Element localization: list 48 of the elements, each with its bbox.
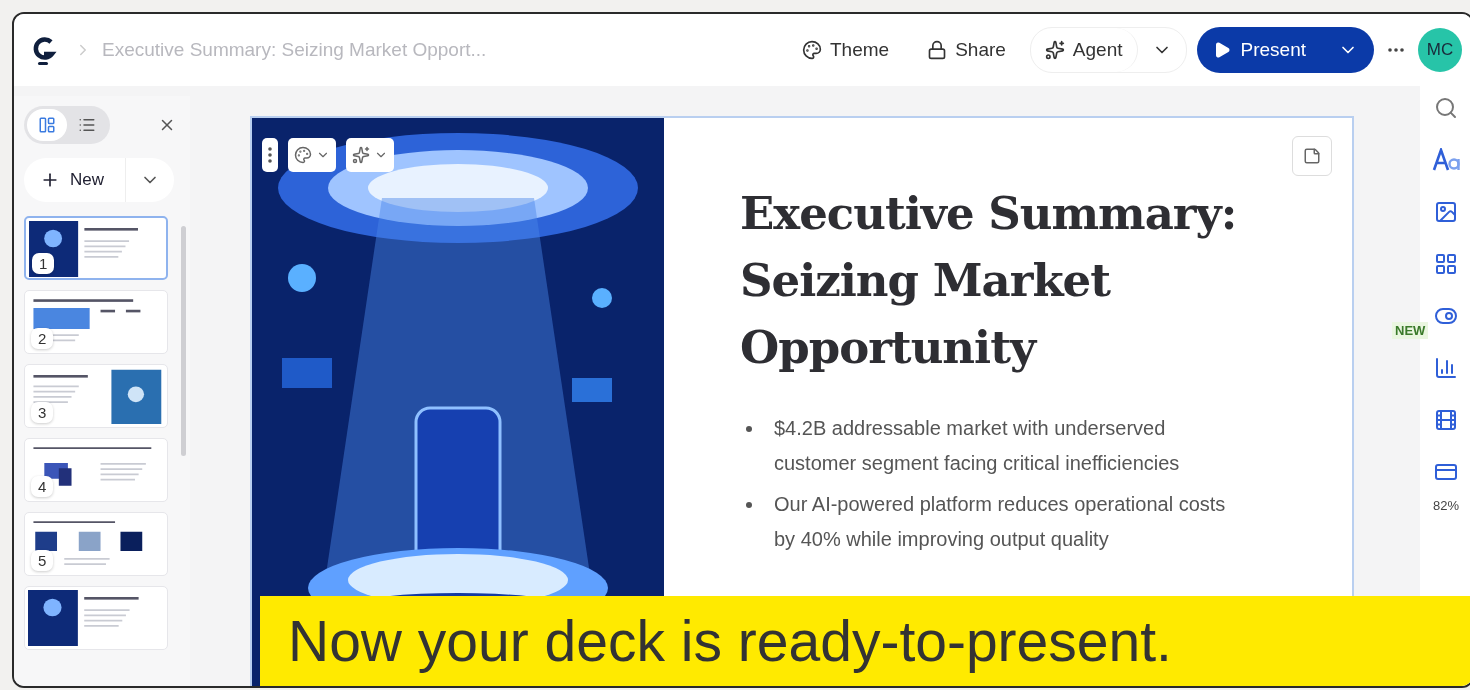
caption-text: Now your deck is ready-to-present. <box>288 608 1172 674</box>
slide-number: 5 <box>31 550 54 571</box>
bullet-dot-icon <box>746 502 752 508</box>
user-avatar[interactable]: MC <box>1418 28 1462 72</box>
more-icon <box>1388 48 1404 52</box>
note-icon <box>1303 147 1321 165</box>
bullet-text: $4.2B addressable market with underserved customer segment facing critical inefficiencies <box>774 416 1181 476</box>
search-tool-button[interactable] <box>1434 96 1458 120</box>
zoom-level: 82% <box>1433 498 1459 513</box>
text-tool-button[interactable] <box>1432 148 1460 172</box>
notes-button[interactable] <box>1292 136 1332 176</box>
slide-thumbnail[interactable]: 2 <box>24 290 168 354</box>
image-tool-button[interactable] <box>1434 200 1458 224</box>
bar-chart-icon <box>1434 356 1458 380</box>
document-title: Executive Summary: Seizing Market Opport... <box>102 39 487 61</box>
palette-icon <box>802 40 822 60</box>
slides-view-button[interactable] <box>27 109 67 141</box>
more-options-button[interactable] <box>262 138 278 172</box>
slide-number: 1 <box>32 253 55 274</box>
list-icon <box>78 116 96 134</box>
share-button[interactable]: Share <box>913 31 1020 69</box>
slide-number: 3 <box>31 402 54 423</box>
text-style-icon <box>1432 148 1460 172</box>
blocks-tool-button[interactable] <box>1434 252 1458 276</box>
image-icon <box>1434 200 1458 224</box>
slide-thumbnail[interactable]: 3 <box>24 364 168 428</box>
image-style-button[interactable] <box>288 138 336 172</box>
slide-thumbnail[interactable]: 4 <box>24 438 168 502</box>
film-tool-button[interactable] <box>1434 408 1458 432</box>
palette-icon <box>294 146 312 164</box>
slide-title: Executive Summary: Seizing Market Opportunity <box>740 186 1238 376</box>
slide-thumbnail[interactable]: 1 <box>24 216 168 280</box>
theme-button[interactable]: Theme <box>788 31 904 69</box>
bullet-dot-icon <box>746 426 752 432</box>
film-icon <box>1434 408 1458 432</box>
lock-icon <box>927 40 948 60</box>
slides-icon <box>38 116 56 134</box>
slide-number: 4 <box>31 476 54 497</box>
slide-thumbnail[interactable]: 5 <box>24 512 168 576</box>
sparkles-icon <box>1044 40 1065 60</box>
new-badge: NEW <box>1392 322 1429 339</box>
ai-edit-button[interactable] <box>346 138 394 172</box>
search-icon <box>1434 96 1458 120</box>
sparkles-icon <box>352 146 370 164</box>
bullet-text: Our AI-powered platform reduces operational costs by 40% while improving output quality <box>774 492 1227 552</box>
add-block-icon <box>1434 252 1458 276</box>
more-icon <box>268 147 272 163</box>
slide-number: 2 <box>31 328 54 349</box>
